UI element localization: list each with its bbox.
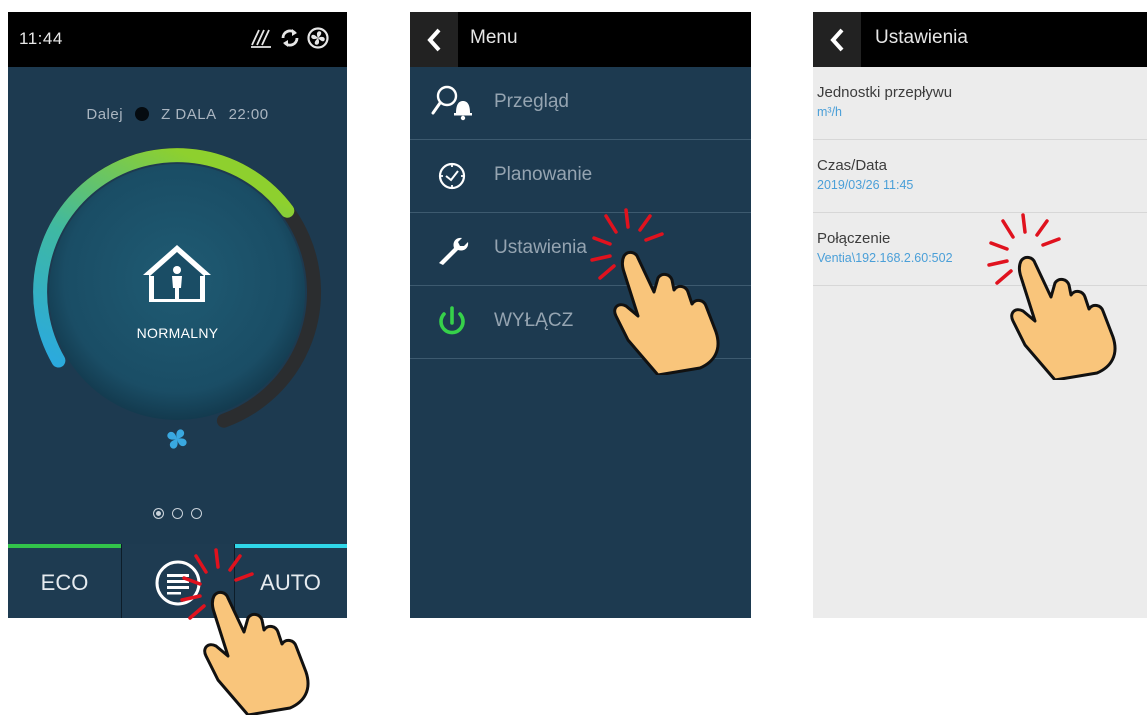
- defrost-icon: [251, 29, 271, 48]
- setting-flow-units[interactable]: Jednostki przepływu m³/h: [813, 67, 1147, 140]
- mode-dial[interactable]: [8, 142, 347, 462]
- next-schedule: Dalej Z DALA 22:00: [8, 106, 347, 123]
- next-label: Dalej: [86, 106, 124, 123]
- page-dot[interactable]: [191, 508, 202, 519]
- setting-title: Jednostki przepływu: [817, 84, 953, 101]
- menu-item-label: WYŁĄCZ: [494, 310, 574, 331]
- fan-speed-icon: [167, 429, 187, 449]
- status-icons: [249, 26, 329, 50]
- back-icon: [427, 28, 441, 51]
- settings-title: Ustawienia: [875, 27, 968, 48]
- sync-icon: [281, 29, 299, 47]
- clock-icon: [438, 162, 466, 190]
- next-mode: Z DALA: [161, 106, 217, 123]
- tap-hand-icon: [180, 548, 310, 715]
- back-button[interactable]: [813, 12, 861, 67]
- menu-item-label: Przegląd: [494, 91, 569, 112]
- page-dot[interactable]: [172, 508, 183, 519]
- setting-title: Połączenie: [817, 230, 891, 247]
- back-button[interactable]: [410, 12, 458, 67]
- moon-icon: [135, 107, 150, 121]
- page-indicator: [8, 506, 347, 524]
- wrench-icon: [439, 237, 469, 265]
- menu-header: [410, 12, 751, 67]
- setting-value: Ventia\192.168.2.60:502: [817, 251, 953, 265]
- tap-hand-icon: [590, 208, 720, 375]
- setting-title: Czas/Data: [817, 157, 888, 174]
- main-screen: 11:44 Dalej Z DALA 22:00 NORMALNY ECO AU…: [8, 12, 347, 618]
- fan-icon: [307, 27, 329, 49]
- menu-title: Menu: [470, 27, 518, 48]
- next-time: 22:00: [228, 106, 269, 123]
- page-dot[interactable]: [153, 508, 164, 519]
- settings-header: [813, 12, 1147, 67]
- search-bell-icon: [431, 85, 472, 121]
- menu-item-label: Ustawienia: [494, 237, 587, 258]
- setting-value: m³/h: [817, 105, 842, 119]
- setting-date-time[interactable]: Czas/Data 2019/03/26 11:45: [813, 140, 1147, 213]
- power-icon: [439, 306, 465, 335]
- back-icon: [830, 28, 844, 51]
- menu-item-przeglad[interactable]: Przegląd: [410, 67, 751, 140]
- mode-label: NORMALNY: [136, 325, 219, 341]
- menu-item-label: Planowanie: [494, 164, 593, 185]
- eco-button[interactable]: ECO: [8, 548, 121, 618]
- clock-time: 11:44: [19, 29, 63, 48]
- tap-hand-icon: [987, 213, 1117, 380]
- setting-value: 2019/03/26 11:45: [817, 178, 914, 192]
